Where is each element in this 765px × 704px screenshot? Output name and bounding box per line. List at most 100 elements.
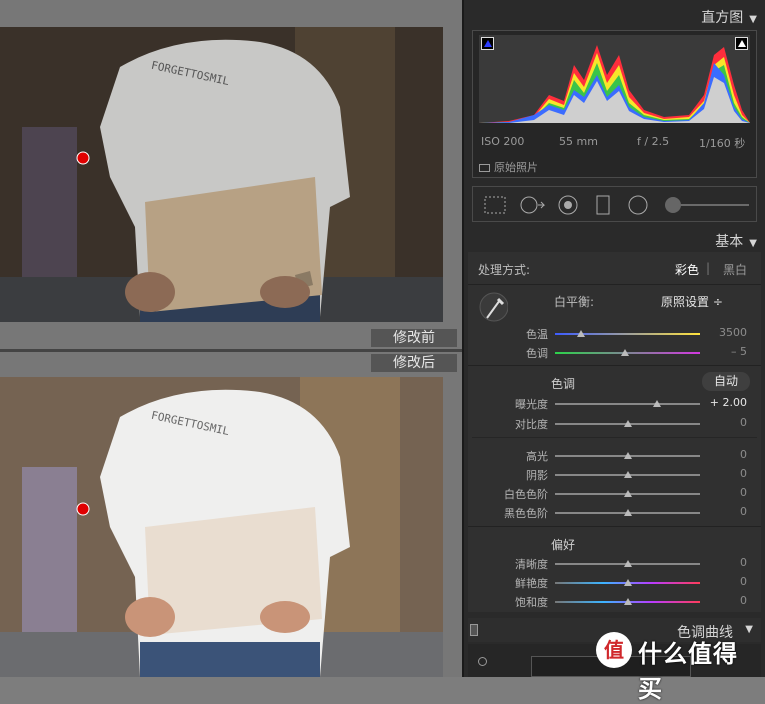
- adjustment-brush-icon[interactable]: [663, 195, 753, 215]
- tint-slider-row[interactable]: 色调 – 5: [468, 343, 761, 361]
- develop-panel: 直方图 ▼ ISO 200 55 mm f / 2.5 1/160 秒 原始照片: [462, 0, 765, 677]
- vibrance-slider-row[interactable]: 鲜艳度 0: [468, 573, 761, 591]
- blacks-knob[interactable]: [623, 509, 632, 516]
- highlights-value[interactable]: 0: [740, 448, 747, 461]
- basic-title: 基本: [715, 234, 744, 250]
- saturation-label: 饱和度: [515, 596, 548, 609]
- presence-section: 偏好 清晰度 0 鲜艳度 0 饱和度 0: [468, 526, 761, 612]
- watermark-logo-icon: 值: [596, 632, 632, 668]
- color-option[interactable]: 彩色: [675, 261, 699, 278]
- histogram-svg: [479, 45, 750, 123]
- exposure-slider[interactable]: [555, 400, 700, 407]
- auto-button[interactable]: 自动: [702, 372, 750, 391]
- tint-knob[interactable]: [620, 349, 629, 356]
- vibrance-slider[interactable]: [555, 579, 700, 586]
- photo-after[interactable]: FORGETTOSMIL: [0, 377, 443, 677]
- vibrance-label: 鲜艳度: [515, 577, 548, 590]
- clarity-label: 清晰度: [515, 558, 548, 571]
- contrast-knob[interactable]: [623, 420, 632, 427]
- contrast-slider[interactable]: [555, 420, 700, 427]
- exif-aperture: f / 2.5: [637, 135, 670, 148]
- histogram-title: 直方图: [701, 10, 744, 26]
- watermark: 值 什么值得买: [592, 628, 762, 703]
- clarity-value[interactable]: 0: [740, 556, 747, 569]
- before-label: 修改前: [371, 329, 457, 347]
- wb-select[interactable]: 原照设置 ÷: [661, 293, 723, 310]
- panel-switch-icon[interactable]: [470, 624, 478, 636]
- whites-label: 白色色阶: [504, 488, 548, 501]
- whites-value[interactable]: 0: [740, 486, 747, 499]
- exposure-label: 曝光度: [515, 398, 548, 411]
- tint-value[interactable]: – 5: [731, 345, 747, 358]
- shadow-clipping-icon[interactable]: [481, 37, 494, 50]
- presence-title: 偏好: [550, 538, 575, 552]
- saturation-slider-row[interactable]: 饱和度 0: [468, 592, 761, 610]
- saturation-knob[interactable]: [623, 598, 632, 605]
- collapse-triangle-icon[interactable]: ▼: [749, 238, 757, 249]
- vibrance-knob[interactable]: [623, 579, 632, 586]
- temp-label: 色温: [526, 328, 548, 341]
- highlights-slider[interactable]: [555, 452, 700, 459]
- shadows-slider-row[interactable]: 阴影 0: [468, 465, 761, 483]
- crop-tool-icon[interactable]: [483, 195, 507, 215]
- exposure-knob[interactable]: [652, 400, 661, 407]
- contrast-value[interactable]: 0: [740, 416, 747, 429]
- treatment-separator: |: [706, 261, 711, 275]
- clarity-slider[interactable]: [555, 560, 700, 567]
- histogram-graph: [479, 35, 750, 123]
- exposure-value[interactable]: + 2.00: [710, 396, 747, 409]
- tint-label: 色调: [526, 347, 548, 360]
- clarity-slider-row[interactable]: 清晰度 0: [468, 554, 761, 572]
- tone-title: 色调: [550, 377, 575, 391]
- vibrance-value[interactable]: 0: [740, 575, 747, 588]
- contrast-label: 对比度: [515, 418, 548, 431]
- highlights-slider-row[interactable]: 高光 0: [468, 446, 761, 464]
- eyedropper-icon[interactable]: [478, 291, 508, 325]
- shadows-value[interactable]: 0: [740, 467, 747, 480]
- clarity-knob[interactable]: [623, 560, 632, 567]
- spot-removal-icon[interactable]: [519, 195, 547, 215]
- temp-knob[interactable]: [577, 330, 586, 337]
- highlights-knob[interactable]: [623, 452, 632, 459]
- exif-shutter: 1/160 秒: [699, 137, 746, 150]
- temp-value[interactable]: 3500: [719, 326, 747, 339]
- tone-section: 色调 自动 曝光度 + 2.00 对比度 0 高光 0 阴影 0 白色色阶 0 …: [468, 365, 761, 525]
- highlight-clipping-icon[interactable]: [735, 37, 748, 50]
- watermark-badge: 值: [604, 638, 624, 662]
- collapse-triangle-icon[interactable]: ▼: [749, 14, 757, 25]
- bw-option[interactable]: 黑白: [723, 261, 747, 278]
- exif-iso: ISO 200: [481, 135, 525, 148]
- checkbox-icon[interactable]: [479, 164, 490, 172]
- exif-focal: 55 mm: [559, 135, 598, 148]
- target-adjust-icon[interactable]: [478, 657, 487, 666]
- histogram-box: ISO 200 55 mm f / 2.5 1/160 秒 原始照片: [472, 30, 757, 178]
- graduated-filter-icon[interactable]: [595, 195, 611, 215]
- histogram-header[interactable]: 直方图 ▼: [701, 7, 757, 27]
- whites-slider-row[interactable]: 白色色阶 0: [468, 484, 761, 502]
- whites-knob[interactable]: [623, 490, 632, 497]
- photo-before[interactable]: FORGETTOSMIL: [0, 27, 443, 322]
- saturation-value[interactable]: 0: [740, 594, 747, 607]
- exposure-slider-row[interactable]: 曝光度 + 2.00: [468, 394, 761, 412]
- blacks-slider[interactable]: [555, 509, 700, 516]
- radial-filter-icon[interactable]: [627, 195, 649, 215]
- blacks-value[interactable]: 0: [740, 505, 747, 518]
- contrast-slider-row[interactable]: 对比度 0: [468, 414, 761, 432]
- temp-slider[interactable]: [555, 330, 700, 337]
- whites-slider[interactable]: [555, 490, 700, 497]
- original-photo-toggle[interactable]: 原始照片: [479, 159, 538, 175]
- shadows-knob[interactable]: [623, 471, 632, 478]
- watermark-text: 什么值得买: [638, 640, 738, 703]
- tint-slider[interactable]: [555, 349, 700, 356]
- blacks-slider-row[interactable]: 黑色色阶 0: [468, 503, 761, 521]
- basic-header[interactable]: 基本 ▼: [715, 231, 757, 251]
- shadows-slider[interactable]: [555, 471, 700, 478]
- redeye-icon[interactable]: [557, 195, 579, 215]
- wb-section: 白平衡: 原照设置 ÷ 色温 3500 色调 – 5: [468, 284, 761, 364]
- blacks-label: 黑色色阶: [504, 507, 548, 520]
- temp-slider-row[interactable]: 色温 3500: [468, 324, 761, 342]
- wb-label: 白平衡:: [554, 295, 595, 309]
- saturation-slider[interactable]: [555, 598, 700, 605]
- basic-panel: 处理方式: 彩色 | 黑白 白平衡: 原照设置 ÷ 色温 3500 色调 – 5…: [468, 252, 761, 612]
- compare-view: FORGETTOSMIL 修改前 修改后 FORGETTOSMIL: [0, 0, 462, 677]
